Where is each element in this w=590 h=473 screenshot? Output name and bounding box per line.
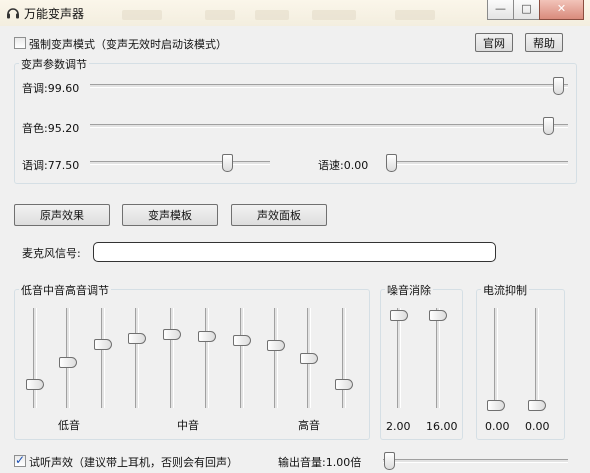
main-panel: 强制变声模式（变声无效时启动该模式） 官网 帮助 变声参数调节 音调:99.60… bbox=[0, 26, 590, 473]
current-slider-1-thumb[interactable] bbox=[487, 400, 505, 411]
noise-removal-legend: 噪音消除 bbox=[385, 282, 433, 298]
speed-slider-thumb[interactable] bbox=[386, 154, 397, 172]
current-slider-1-value: 0.00 bbox=[485, 420, 510, 433]
current-suppression-legend: 电流抑制 bbox=[481, 282, 529, 298]
treble-label: 高音 bbox=[298, 419, 320, 432]
monitor-checkbox[interactable]: ✓ bbox=[14, 453, 26, 467]
pitch-label: 音调:99.60 bbox=[22, 82, 80, 95]
output-volume-label: 输出音量:1.00倍 bbox=[278, 456, 362, 469]
eq-slider-4-thumb[interactable] bbox=[128, 332, 146, 344]
eq-legend: 低音中音高音调节 bbox=[19, 282, 111, 298]
pitch-slider-track[interactable] bbox=[90, 84, 568, 88]
original-voice-button[interactable]: 原声效果 bbox=[14, 204, 110, 226]
official-site-button[interactable]: 官网 bbox=[475, 33, 513, 52]
eq-slider-9-thumb[interactable] bbox=[300, 352, 318, 364]
noise-slider-2-track[interactable] bbox=[436, 308, 440, 408]
pitch-slider-thumb[interactable] bbox=[553, 77, 564, 95]
bass-label: 低音 bbox=[58, 419, 80, 432]
voice-params-legend: 变声参数调节 bbox=[19, 56, 89, 72]
intonation-slider-thumb[interactable] bbox=[222, 154, 233, 172]
eq-slider-2-thumb[interactable] bbox=[59, 356, 77, 368]
speed-label: 语速:0.00 bbox=[318, 159, 369, 172]
voice-template-button[interactable]: 变声模板 bbox=[122, 204, 218, 226]
eq-slider-10-track[interactable] bbox=[342, 308, 346, 408]
minimize-button[interactable]: — bbox=[487, 0, 514, 20]
eq-slider-3-track[interactable] bbox=[101, 308, 105, 408]
eq-slider-1-thumb[interactable] bbox=[26, 379, 44, 391]
noise-slider-2-value: 16.00 bbox=[426, 420, 458, 433]
eq-slider-8-track[interactable] bbox=[274, 308, 278, 408]
timbre-slider-track[interactable] bbox=[90, 124, 568, 128]
title-bar: 万能变声器 — □ ✕ bbox=[0, 0, 590, 26]
timbre-slider-thumb[interactable] bbox=[543, 117, 554, 135]
force-mode-label: 强制变声模式（变声无效时启动该模式） bbox=[29, 38, 227, 51]
eq-slider-7-track[interactable] bbox=[240, 308, 244, 408]
output-volume-slider-thumb[interactable] bbox=[384, 452, 395, 470]
noise-slider-1-thumb[interactable] bbox=[390, 310, 408, 321]
current-slider-2-track[interactable] bbox=[535, 308, 539, 408]
mic-signal-label: 麦克风信号: bbox=[22, 247, 81, 260]
mid-label: 中音 bbox=[177, 419, 199, 432]
eq-slider-4-track[interactable] bbox=[135, 308, 139, 408]
eq-slider-6-thumb[interactable] bbox=[198, 331, 216, 343]
eq-slider-5-track[interactable] bbox=[170, 308, 174, 408]
eq-slider-10-thumb[interactable] bbox=[335, 379, 353, 391]
background-blur bbox=[312, 10, 356, 20]
output-volume-slider-track[interactable] bbox=[383, 459, 568, 463]
effects-panel-button[interactable]: 声效面板 bbox=[231, 204, 327, 226]
timbre-label: 音色:95.20 bbox=[22, 122, 80, 135]
speed-slider-track[interactable] bbox=[386, 161, 568, 165]
maximize-button[interactable]: □ bbox=[513, 0, 540, 20]
eq-slider-1-track[interactable] bbox=[33, 308, 37, 408]
intonation-slider-track[interactable] bbox=[90, 161, 270, 165]
eq-slider-6-track[interactable] bbox=[205, 308, 209, 408]
checkmark-icon: ✓ bbox=[15, 453, 26, 467]
monitor-label: 试听声效（建议带上耳机，否则会有回声） bbox=[29, 456, 238, 469]
eq-slider-8-thumb[interactable] bbox=[267, 340, 285, 352]
close-button[interactable]: ✕ bbox=[539, 0, 584, 20]
noise-slider-2-thumb[interactable] bbox=[429, 310, 447, 321]
help-button[interactable]: 帮助 bbox=[525, 33, 563, 52]
eq-slider-3-thumb[interactable] bbox=[94, 339, 112, 351]
noise-slider-1-value: 2.00 bbox=[386, 420, 411, 433]
background-blur bbox=[122, 10, 162, 20]
noise-slider-1-track[interactable] bbox=[397, 308, 401, 408]
intonation-label: 语调:77.50 bbox=[22, 159, 80, 172]
app-headphones-icon bbox=[7, 8, 19, 19]
background-blur bbox=[205, 10, 235, 20]
window-title: 万能变声器 bbox=[24, 7, 85, 21]
eq-slider-7-thumb[interactable] bbox=[233, 334, 251, 346]
current-slider-2-thumb[interactable] bbox=[528, 400, 546, 411]
force-mode-checkbox[interactable] bbox=[14, 37, 26, 49]
eq-slider-5-thumb[interactable] bbox=[163, 329, 181, 341]
background-blur bbox=[395, 10, 435, 20]
current-slider-2-value: 0.00 bbox=[525, 420, 550, 433]
mic-signal-meter bbox=[93, 242, 496, 262]
current-slider-1-track[interactable] bbox=[494, 308, 498, 408]
background-blur bbox=[255, 10, 289, 20]
current-suppression-group bbox=[476, 289, 565, 440]
